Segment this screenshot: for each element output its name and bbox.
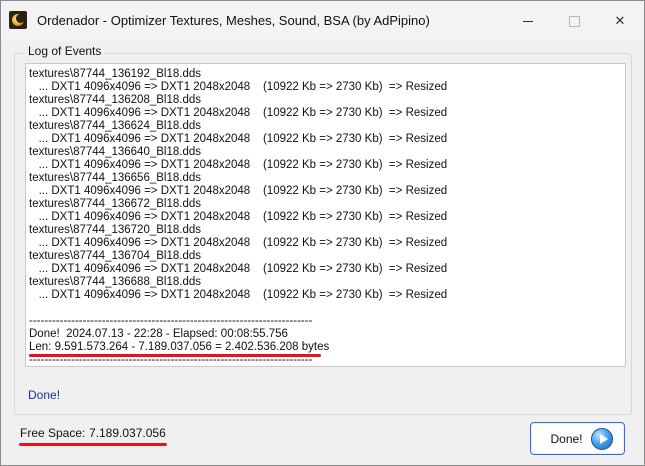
- log-textarea[interactable]: textures\87744_136192_Bl18.dds ... DXT1 …: [25, 63, 626, 367]
- log-line: ... DXT1 4096x4096 => DXT1 2048x2048 (10…: [29, 133, 448, 145]
- minimize-button[interactable]: [505, 1, 551, 41]
- log-separator: ----------------------------------------…: [29, 354, 313, 366]
- window-title: Ordenador - Optimizer Textures, Meshes, …: [37, 13, 430, 28]
- log-line-file: textures\87744_136672_Bl18.dds: [29, 198, 202, 210]
- log-line-file: textures\87744_136656_Bl18.dds: [29, 172, 202, 184]
- log-line-file: textures\87744_136688_Bl18.dds: [29, 276, 202, 288]
- done-button[interactable]: Done!: [530, 422, 625, 455]
- log-line: ... DXT1 4096x4096 => DXT1 2048x2048 (10…: [29, 107, 448, 119]
- log-line: ... DXT1 4096x4096 => DXT1 2048x2048 (10…: [29, 263, 448, 275]
- log-line-file: textures\87744_136720_Bl18.dds: [29, 224, 202, 236]
- log-line: ... DXT1 4096x4096 => DXT1 2048x2048 (10…: [29, 211, 448, 223]
- log-separator: ----------------------------------------…: [29, 315, 313, 327]
- close-button[interactable]: ✕: [597, 1, 643, 41]
- log-line-file: textures\87744_136208_Bl18.dds: [29, 94, 202, 106]
- moon-icon: [16, 14, 25, 23]
- log-line: Done! 2024.07.13 - 22:28 - Elapsed: 00:0…: [29, 328, 288, 340]
- free-space-highlight-underline: [19, 443, 167, 446]
- play-icon: [590, 427, 613, 450]
- done-button-label: Done!: [550, 431, 583, 446]
- log-line-file: textures\87744_136192_Bl18.dds: [29, 68, 202, 80]
- log-line: ... DXT1 4096x4096 => DXT1 2048x2048 (10…: [29, 289, 448, 301]
- main-window: Ordenador - Optimizer Textures, Meshes, …: [0, 0, 645, 466]
- log-line-file: textures\87744_136640_Bl18.dds: [29, 146, 202, 158]
- close-icon: ✕: [614, 13, 626, 28]
- log-group-label: Log of Events: [24, 44, 106, 58]
- free-space-value: 7.189.037.056: [89, 426, 166, 440]
- log-line: ... DXT1 4096x4096 => DXT1 2048x2048 (10…: [29, 81, 448, 93]
- log-line-file: textures\87744_136704_Bl18.dds: [29, 250, 202, 262]
- title-bar[interactable]: Ordenador - Optimizer Textures, Meshes, …: [1, 1, 644, 41]
- status-text: Done!: [28, 388, 61, 402]
- log-line: Len: 9.591.573.264 - 7.189.037.056 = 2.4…: [29, 341, 330, 353]
- log-line: ... DXT1 4096x4096 => DXT1 2048x2048 (10…: [29, 237, 448, 249]
- minimize-icon: [523, 20, 533, 22]
- log-line: ... DXT1 4096x4096 => DXT1 2048x2048 (10…: [29, 185, 448, 197]
- log-line-file: textures\87744_136624_Bl18.dds: [29, 120, 202, 132]
- maximize-button: [551, 1, 597, 41]
- maximize-icon: [568, 15, 580, 27]
- app-icon[interactable]: [9, 11, 27, 29]
- log-line: ... DXT1 4096x4096 => DXT1 2048x2048 (10…: [29, 159, 448, 171]
- free-space-label: Free Space:: [20, 426, 86, 440]
